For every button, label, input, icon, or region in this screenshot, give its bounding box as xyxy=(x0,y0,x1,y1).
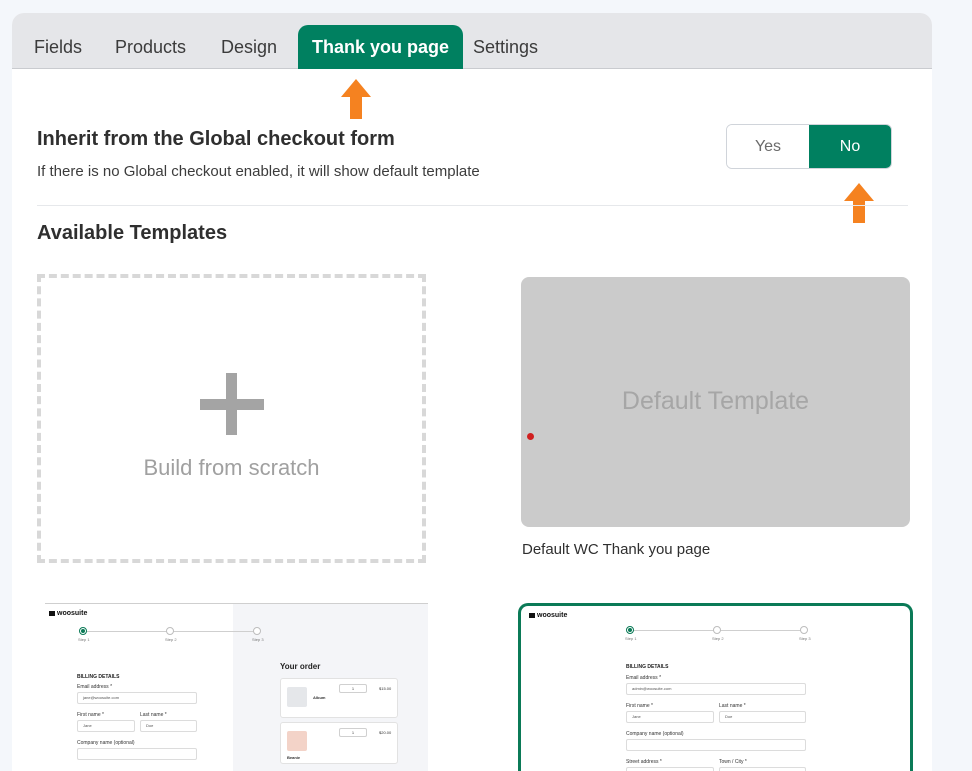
first-name-field: Jane xyxy=(77,720,135,732)
step-dot xyxy=(713,626,721,634)
default-template-card[interactable]: Default Template xyxy=(521,277,910,527)
order-item: Beanie 1 $20.00 xyxy=(280,722,398,764)
town-city-label: Town / City * xyxy=(719,759,747,765)
town-city-field xyxy=(719,767,806,771)
product-price: $15.00 xyxy=(379,686,392,691)
woosuite-logo: woosuite xyxy=(49,610,87,617)
tab-bar: Fields Products Design Thank you page Se… xyxy=(12,13,932,69)
first-name-label: First name * xyxy=(626,703,653,709)
billing-details-title: BILLING DETAILS xyxy=(626,664,669,670)
street-address-label: Street address * xyxy=(626,759,662,765)
cursor-dot xyxy=(527,433,534,440)
annotation-arrow-icon xyxy=(341,79,371,119)
woosuite-logo: woosuite xyxy=(529,612,567,619)
settings-panel: Fields Products Design Thank you page Se… xyxy=(12,13,932,771)
product-name: Beanie xyxy=(287,755,301,760)
step-label: Step 2 xyxy=(712,636,724,641)
tab-thank-you-page[interactable]: Thank you page xyxy=(298,25,464,69)
inherit-subtitle: If there is no Global checkout enabled, … xyxy=(37,163,480,180)
email-field: jane@woosuite.com xyxy=(77,692,197,704)
template-preview-single-column[interactable]: woosuite Step 1 Step 2 Step 3 BILLING DE… xyxy=(518,603,913,771)
inherit-toggle: Yes No xyxy=(726,124,892,169)
step-dot xyxy=(800,626,808,634)
tab-settings[interactable]: Settings xyxy=(459,25,552,69)
step-dot xyxy=(79,627,87,635)
email-label: Email address * xyxy=(77,684,113,690)
product-name: Album xyxy=(313,695,326,700)
last-name-field: Doe xyxy=(719,711,806,723)
product-price: $20.00 xyxy=(379,730,392,735)
step-label: Step 3 xyxy=(252,637,264,642)
step-label: Step 1 xyxy=(78,637,90,642)
yes-button[interactable]: Yes xyxy=(727,125,809,168)
step-dot xyxy=(626,626,634,634)
email-label: Email address * xyxy=(626,675,662,681)
annotation-arrow-icon xyxy=(844,183,874,223)
order-item: Album 1 $15.00 xyxy=(280,678,398,718)
qty-stepper: 1 xyxy=(339,684,367,693)
last-name-field: Doe xyxy=(140,720,197,732)
default-template-caption: Default WC Thank you page xyxy=(522,541,711,558)
step-label: Step 3 xyxy=(799,636,811,641)
divider xyxy=(37,205,908,206)
first-name-field: Jane xyxy=(626,711,714,723)
available-templates-title: Available Templates xyxy=(37,222,228,244)
billing-details-title: BILLING DETAILS xyxy=(77,674,120,680)
your-order-title: Your order xyxy=(280,662,321,671)
tab-design[interactable]: Design xyxy=(207,25,291,69)
email-field: admin@woosuite.com xyxy=(626,683,806,695)
tab-products[interactable]: Products xyxy=(101,25,200,69)
build-from-scratch-label: Build from scratch xyxy=(143,455,320,480)
company-label: Company name (optional) xyxy=(77,740,135,746)
last-name-label: Last name * xyxy=(140,712,167,718)
no-button[interactable]: No xyxy=(809,125,891,168)
last-name-label: Last name * xyxy=(719,703,746,709)
qty-stepper: 1 xyxy=(339,728,367,737)
step-dot xyxy=(253,627,261,635)
template-preview-two-column[interactable]: woosuite Step 1 Step 2 Step 3 BILLING DE… xyxy=(45,603,428,771)
plus-icon xyxy=(200,399,264,410)
cart-icon xyxy=(529,612,535,618)
company-field xyxy=(626,739,806,751)
product-thumbnail xyxy=(287,687,307,707)
first-name-label: First name * xyxy=(77,712,104,718)
product-thumbnail xyxy=(287,731,307,751)
step-label: Step 1 xyxy=(625,636,637,641)
default-template-label: Default Template xyxy=(621,387,810,415)
company-field xyxy=(77,748,197,760)
company-label: Company name (optional) xyxy=(626,731,684,737)
inherit-title: Inherit from the Global checkout form xyxy=(37,128,395,150)
tab-fields[interactable]: Fields xyxy=(20,25,96,69)
step-label: Step 2 xyxy=(165,637,177,642)
build-from-scratch-card[interactable]: Build from scratch xyxy=(37,274,426,563)
step-dot xyxy=(166,627,174,635)
cart-icon xyxy=(49,610,55,616)
street-address-field xyxy=(626,767,714,771)
